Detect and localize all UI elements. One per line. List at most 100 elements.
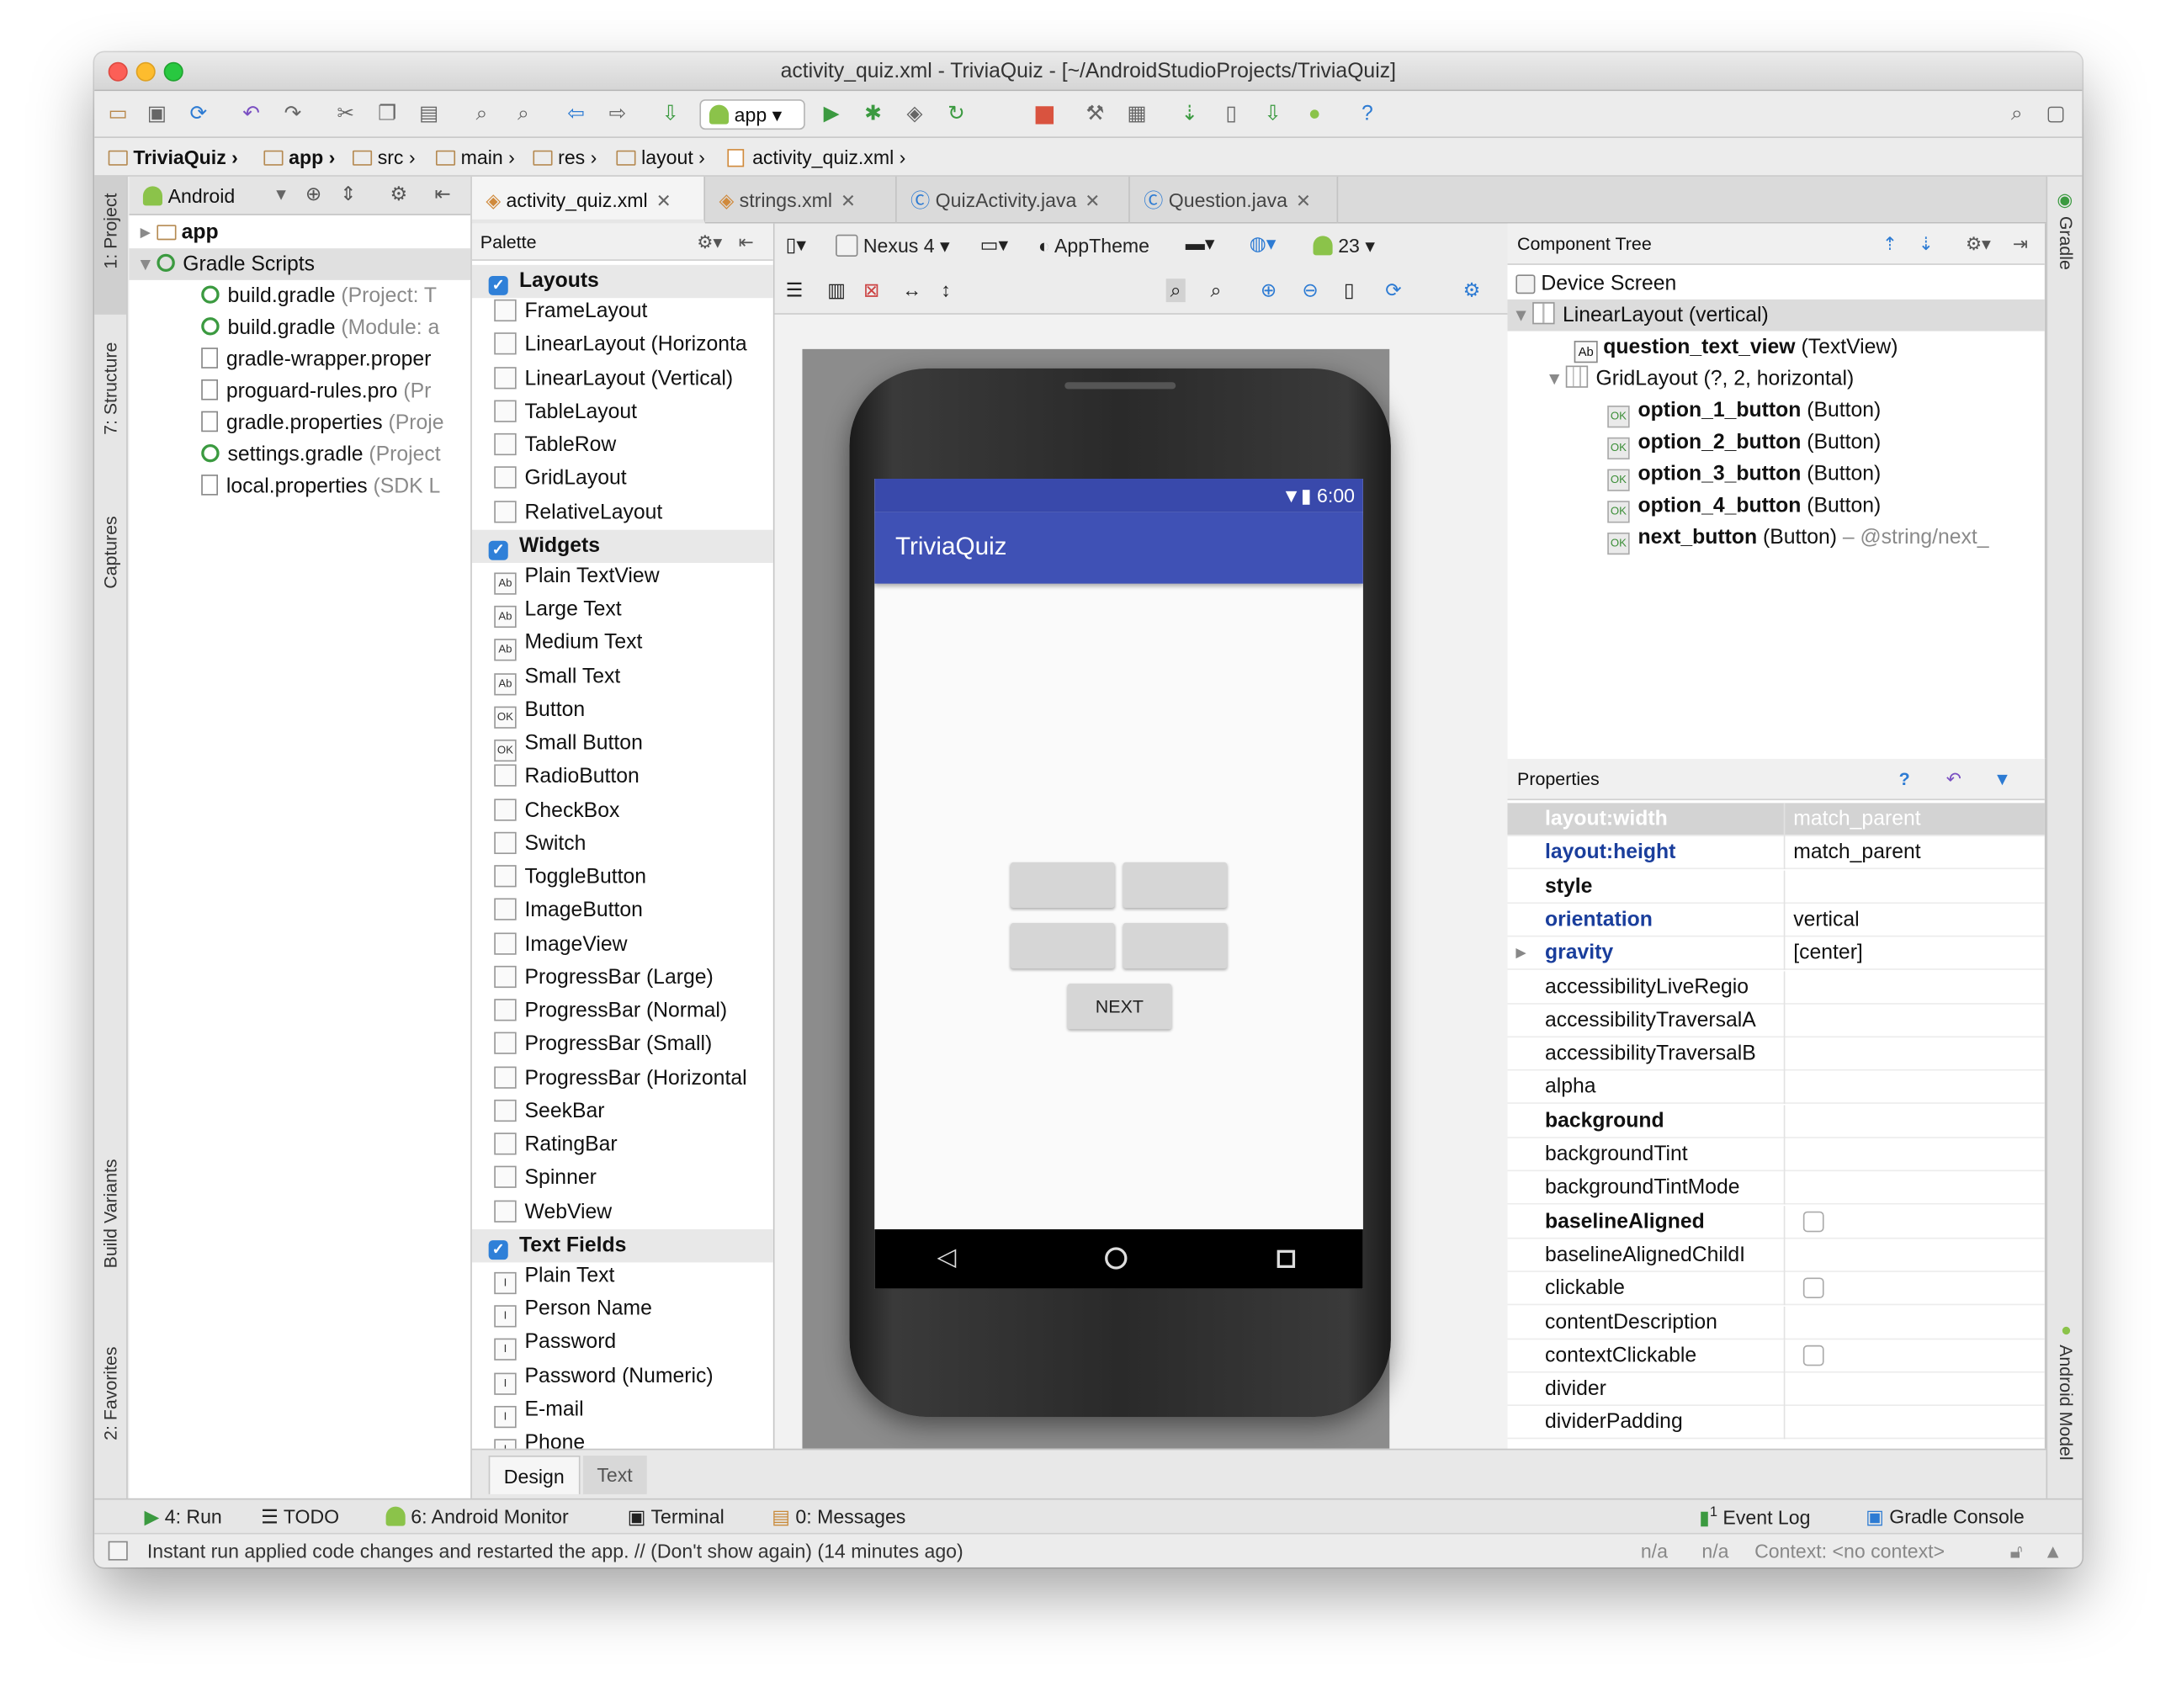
palette-item-progressbar-small[interactable]: ProgressBar (Small) bbox=[472, 1028, 773, 1061]
palette-item-plain-textview[interactable]: Ab Plain TextView bbox=[472, 560, 773, 595]
tree-question-text-view[interactable]: Ab question_text_view (TextView) bbox=[1574, 332, 1898, 363]
palette-item-ratingbar[interactable]: RatingBar bbox=[472, 1128, 773, 1161]
build-variants-tool-tab[interactable]: Build Variants bbox=[100, 1159, 121, 1268]
render-config-icon[interactable]: ▯▾ bbox=[786, 233, 806, 257]
lock-icon[interactable]: 🔓︎ bbox=[2010, 1534, 2023, 1567]
property-value[interactable] bbox=[1783, 1239, 2045, 1272]
captures-tool-tab[interactable]: Captures bbox=[100, 516, 121, 588]
run-icon[interactable]: ▶ bbox=[819, 102, 844, 127]
zoom-window-button[interactable] bbox=[163, 61, 183, 82]
breadcrumb-app[interactable]: app › bbox=[263, 146, 335, 168]
stop-icon[interactable] bbox=[1035, 106, 1054, 125]
tree-option-2-button[interactable]: OK option_2_button (Button) bbox=[1607, 427, 1881, 460]
settings-gear-icon[interactable]: ⚙ bbox=[1463, 278, 1481, 302]
tree-option-4-button[interactable]: OK option_4_button (Button) bbox=[1607, 490, 1881, 523]
option-2-button-preview[interactable] bbox=[1123, 862, 1228, 908]
favorites-tool-tab[interactable]: 2: Favorites bbox=[100, 1346, 121, 1440]
expand-arrow-icon[interactable]: ▾ bbox=[1549, 367, 1565, 390]
palette-item-small-text[interactable]: Ab Small Text bbox=[472, 660, 773, 695]
property-row-dividerpadding[interactable]: dividerPadding bbox=[1507, 1406, 2045, 1440]
tab-design[interactable]: Design bbox=[488, 1455, 580, 1494]
property-row-baselinealignedchildi[interactable]: baselineAlignedChildI bbox=[1507, 1239, 2045, 1272]
tree-item-local-properties[interactable]: local.properties (SDK L bbox=[201, 470, 440, 502]
expand-arrow-icon[interactable]: ▸ bbox=[1515, 937, 1526, 970]
tab-strings-xml[interactable]: ◈ strings.xml ✕ bbox=[705, 176, 897, 224]
palette-item-large-text[interactable]: Ab Large Text bbox=[472, 593, 773, 629]
palette-category-text-fields[interactable]: ✓ Text Fields bbox=[471, 1228, 773, 1263]
structure-tool-tab[interactable]: 7: Structure bbox=[100, 342, 121, 435]
palette-item-password-numeric[interactable]: I Password (Numeric) bbox=[472, 1360, 773, 1395]
palette-item-relativelayout[interactable]: RelativeLayout bbox=[472, 496, 773, 529]
palette-item-linearlayout-vertical[interactable]: LinearLayout (Vertical) bbox=[472, 362, 773, 395]
expand-icon[interactable]: ▢ bbox=[2043, 102, 2068, 127]
cut-icon[interactable]: ✂ bbox=[333, 102, 358, 127]
tree-item-gradle-scripts[interactable]: ▾ Gradle Scripts bbox=[129, 248, 471, 280]
palette-item-plain-text[interactable]: I Plain Text bbox=[472, 1260, 773, 1294]
layout-vertical-icon[interactable]: ▥ bbox=[827, 278, 846, 302]
zoom-out-icon[interactable]: ⊖ bbox=[1302, 278, 1318, 302]
tab-text[interactable]: Text bbox=[582, 1455, 647, 1494]
palette-item-progressbar-horizontal[interactable]: ProgressBar (Horizontal bbox=[472, 1062, 773, 1095]
palette-item-checkbox[interactable]: CheckBox bbox=[472, 794, 773, 827]
open-folder-icon[interactable]: ▭ bbox=[105, 102, 130, 127]
option-1-button-preview[interactable] bbox=[1010, 862, 1115, 908]
android-monitor-tool-button[interactable]: 6: Android Monitor bbox=[385, 1505, 569, 1527]
remove-weights-icon[interactable]: ⊠ bbox=[863, 278, 879, 302]
android-model-tool-tab[interactable]: ● Android Model bbox=[2056, 1319, 2077, 1461]
find-icon[interactable]: ⌕ bbox=[470, 102, 495, 127]
locate-icon[interactable]: ⊕ bbox=[305, 182, 321, 205]
property-value[interactable] bbox=[1783, 1306, 2045, 1339]
property-checkbox[interactable] bbox=[1802, 1277, 1824, 1299]
breadcrumb-file[interactable]: activity_quiz.xml › bbox=[727, 146, 905, 168]
hide-panel-icon[interactable]: ⇤ bbox=[739, 224, 754, 261]
filter-icon[interactable]: ▼ bbox=[1993, 759, 2011, 800]
property-value[interactable] bbox=[1783, 1372, 2045, 1407]
terminal-tool-button[interactable]: ▣ Terminal bbox=[628, 1505, 725, 1529]
redo-icon[interactable]: ↷ bbox=[280, 102, 305, 127]
property-checkbox[interactable] bbox=[1802, 1345, 1824, 1366]
property-value[interactable]: match_parent bbox=[1783, 803, 2045, 836]
tree-device-screen[interactable]: Device Screen bbox=[1515, 268, 1676, 300]
breadcrumb-src[interactable]: src › bbox=[352, 146, 416, 168]
property-value[interactable]: vertical bbox=[1783, 903, 2045, 937]
palette-item-button[interactable]: OK Button bbox=[472, 693, 773, 729]
palette-item-switch[interactable]: Switch bbox=[472, 827, 773, 860]
run-tool-button[interactable]: ▶ 4: Run bbox=[145, 1505, 222, 1529]
hide-panel-icon[interactable]: ⇥ bbox=[2013, 224, 2028, 265]
close-tab-icon[interactable]: ✕ bbox=[1296, 190, 1311, 211]
collapse-all-icon[interactable]: ⇣ bbox=[1919, 224, 1934, 265]
zoom-in-icon[interactable]: ⊕ bbox=[1261, 278, 1277, 302]
option-3-button-preview[interactable] bbox=[1010, 923, 1115, 969]
view-mode-chevron-icon[interactable]: ▾ bbox=[276, 182, 286, 205]
palette-item-tablelayout[interactable]: TableLayout bbox=[472, 395, 773, 428]
palette-item-e-mail[interactable]: I E-mail bbox=[472, 1393, 773, 1428]
forward-icon[interactable]: ⇨ bbox=[605, 102, 630, 127]
expand-all-icon[interactable]: ⇡ bbox=[1882, 224, 1898, 265]
property-value[interactable]: [center] bbox=[1783, 936, 2045, 971]
nav-home-icon[interactable] bbox=[1105, 1247, 1128, 1270]
palette-item-progressbar-normal[interactable]: ProgressBar (Normal) bbox=[472, 995, 773, 1027]
paste-icon[interactable]: ▤ bbox=[417, 102, 442, 127]
nav-back-icon[interactable]: ◁ bbox=[937, 1243, 956, 1271]
minimize-window-button[interactable] bbox=[135, 61, 156, 82]
tree-item-app[interactable]: ▸ app bbox=[141, 216, 219, 248]
help-icon[interactable]: ? bbox=[1899, 759, 1910, 800]
debug-icon[interactable]: ✱ bbox=[861, 102, 886, 127]
palette-item-spinner[interactable]: Spinner bbox=[472, 1162, 773, 1195]
project-structure-icon[interactable]: ⚒ bbox=[1083, 102, 1108, 127]
property-value[interactable] bbox=[1783, 870, 2045, 904]
android-sdk-icon[interactable]: ⇩ bbox=[1261, 102, 1286, 127]
property-row-accessibilityliveregio[interactable]: accessibilityLiveRegio bbox=[1507, 970, 2045, 1004]
tree-item-build-gradle-module[interactable]: build.gradle (Module: a bbox=[201, 312, 439, 344]
property-value[interactable]: match_parent bbox=[1783, 836, 2045, 870]
palette-item-person-name[interactable]: I Person Name bbox=[472, 1292, 773, 1328]
refresh-icon[interactable]: ⟳ bbox=[1385, 278, 1401, 302]
avd-manager-icon[interactable]: ▯ bbox=[1218, 102, 1244, 127]
next-button-preview[interactable]: NEXT bbox=[1067, 984, 1172, 1030]
property-value[interactable] bbox=[1783, 970, 2045, 1004]
palette-item-password[interactable]: I Password bbox=[472, 1326, 773, 1361]
fill-height-icon[interactable]: ↕ bbox=[941, 278, 951, 300]
property-row-orientation[interactable]: orientation vertical bbox=[1507, 903, 2045, 937]
property-row-contentdescription[interactable]: contentDescription bbox=[1507, 1306, 2045, 1339]
tree-item-settings-gradle[interactable]: settings.gradle (Project bbox=[201, 438, 441, 470]
